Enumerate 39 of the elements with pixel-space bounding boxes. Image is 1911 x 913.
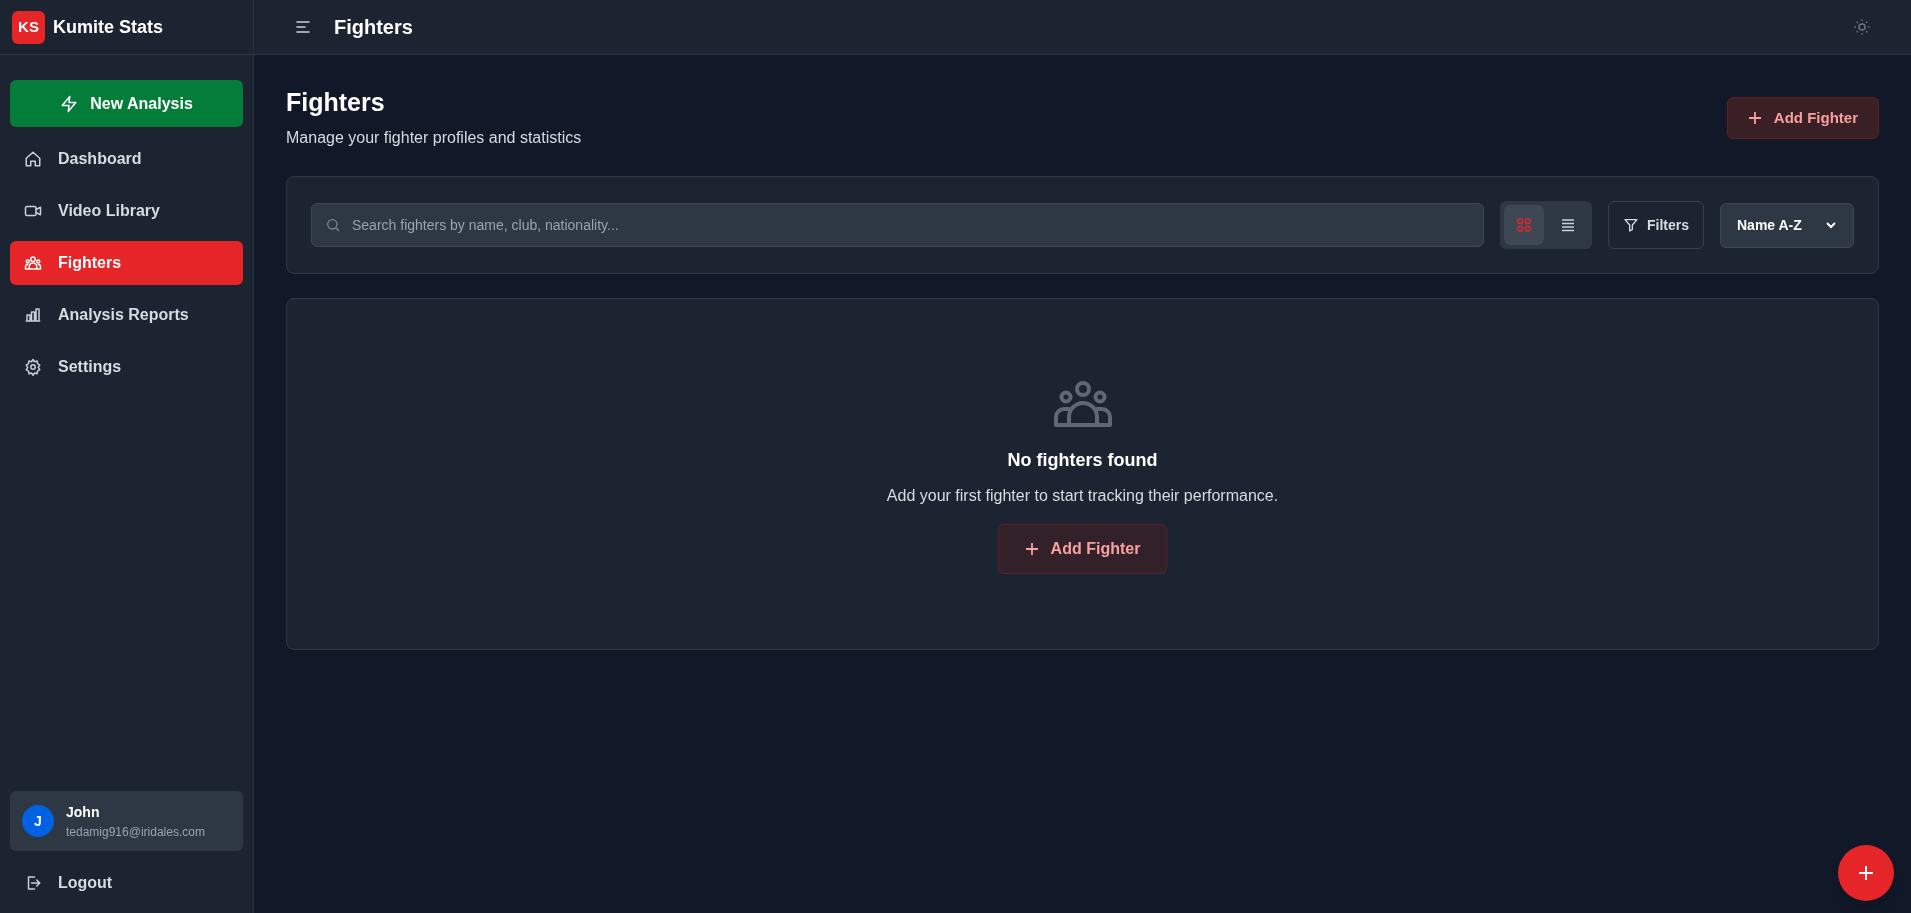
user-name: John bbox=[66, 802, 101, 822]
add-fighter-button[interactable]: Add Fighter bbox=[997, 524, 1168, 575]
home-icon bbox=[24, 150, 42, 168]
bar-chart-icon bbox=[24, 306, 42, 324]
sun-icon[interactable] bbox=[1853, 18, 1871, 36]
user-avatar: J bbox=[22, 805, 54, 837]
nav-item[interactable]: Fighters bbox=[10, 241, 243, 285]
list-icon bbox=[1561, 218, 1575, 233]
nav-item[interactable]: Settings bbox=[10, 345, 243, 389]
users-icon bbox=[24, 254, 42, 272]
logout-button[interactable]: Logout bbox=[10, 863, 127, 903]
add-button[interactable] bbox=[1838, 845, 1894, 901]
filter-icon bbox=[1623, 217, 1639, 234]
plus-icon bbox=[1747, 111, 1762, 125]
nav-item[interactable]: Video Library bbox=[10, 189, 243, 233]
search-icon bbox=[325, 217, 341, 234]
user-email: tedamig916@iridales.com bbox=[66, 823, 205, 841]
grid-icon bbox=[1517, 218, 1531, 233]
lightning-icon bbox=[60, 94, 79, 113]
nav-item[interactable]: Dashboard bbox=[10, 137, 243, 181]
user-card[interactable]: J John tedamig916@iridales.com bbox=[10, 791, 243, 851]
new-analysis-button[interactable]: New Analysis bbox=[10, 80, 243, 127]
page-subtitle: Manage your fighter profiles and statistics bbox=[286, 128, 582, 149]
header-title: Fighters bbox=[334, 15, 413, 40]
plus-icon bbox=[1024, 542, 1039, 557]
plus-icon bbox=[1857, 864, 1875, 882]
search-field[interactable]: Search fighters by name, club, nationality... bbox=[311, 203, 1484, 248]
app-logo: KS bbox=[12, 10, 45, 44]
page-title: Fighters bbox=[286, 87, 386, 118]
sort-select[interactable]: Name A-Z bbox=[1720, 202, 1854, 248]
add-fighter-button[interactable]: Add Fighter bbox=[1726, 97, 1879, 139]
empty-title: No fighters found bbox=[1007, 449, 1158, 473]
empty-text: Add your first fighter to start tracking their performance. bbox=[886, 486, 1279, 507]
settings-icon bbox=[24, 358, 42, 376]
grid-view-button[interactable] bbox=[1504, 205, 1544, 246]
users-icon bbox=[1052, 379, 1113, 430]
nav-item[interactable]: Analysis Reports bbox=[10, 293, 243, 337]
filters-button[interactable]: Filters bbox=[1608, 201, 1704, 250]
app-name: Kumite Stats bbox=[53, 15, 164, 39]
